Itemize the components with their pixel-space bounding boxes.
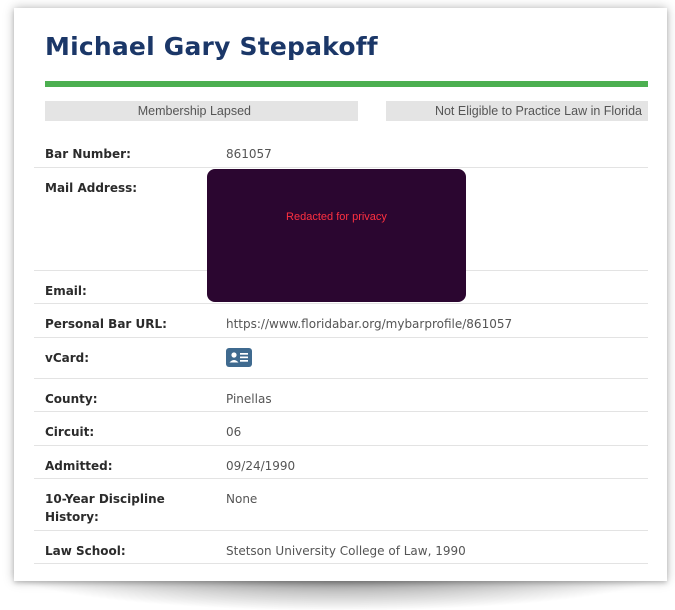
redaction-label: Redacted for privacy	[286, 211, 387, 223]
value-bar-number: 861057	[226, 147, 272, 161]
value-law-school: Stetson University College of Law, 1990	[226, 544, 466, 558]
vcard-icon[interactable]	[226, 348, 252, 367]
label-mail-address: Mail Address:	[45, 181, 138, 195]
personal-bar-url-link[interactable]: https://www.floridabar.org/mybarprofile/…	[215, 304, 648, 337]
label-personal-bar-url: Personal Bar URL:	[45, 317, 167, 331]
row-circuit: Circuit: 06	[34, 412, 648, 446]
value-county: Pinellas	[226, 392, 272, 406]
row-vcard: vCard:	[34, 338, 648, 379]
label-admitted: Admitted:	[45, 459, 113, 473]
row-admitted: Admitted: 09/24/1990	[34, 446, 648, 479]
label-county: County:	[45, 392, 98, 406]
accent-bar	[45, 81, 648, 87]
row-bar-number: Bar Number: 861057	[34, 134, 648, 168]
label-discipline-history: 10-Year Discipline History:	[45, 492, 165, 524]
value-circuit: 06	[226, 425, 242, 439]
row-discipline-history: 10-Year Discipline History: None	[34, 479, 648, 531]
eligibility-status-badge: Not Eligible to Practice Law in Florida	[386, 101, 648, 121]
row-personal-bar-url: Personal Bar URL: https://www.floridabar…	[34, 304, 648, 338]
label-vcard: vCard:	[45, 351, 90, 365]
value-discipline-history: None	[226, 492, 258, 506]
label-law-school: Law School:	[45, 544, 126, 558]
label-circuit: Circuit:	[45, 425, 95, 439]
redaction-box: Redacted for privacy	[207, 169, 466, 302]
row-county: County: Pinellas	[34, 379, 648, 412]
profile-card: Michael Gary Stepakoff Membership Lapsed…	[14, 8, 667, 581]
value-admitted: 09/24/1990	[226, 459, 296, 473]
attorney-name: Michael Gary Stepakoff	[45, 32, 378, 61]
membership-status-badge: Membership Lapsed	[45, 101, 358, 121]
label-email: Email:	[45, 284, 87, 298]
row-law-school: Law School: Stetson University College o…	[34, 531, 648, 564]
label-bar-number: Bar Number:	[45, 147, 131, 161]
